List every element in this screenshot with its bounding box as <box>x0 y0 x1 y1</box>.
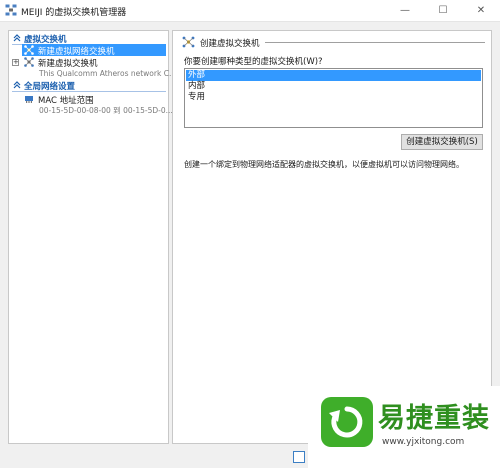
tree-item-label: 新建虚拟交换机 <box>38 59 98 69</box>
plus-icon: + <box>13 58 19 66</box>
window-title: MEIJI 的虚拟交换机管理器 <box>21 8 127 18</box>
switch-type-external[interactable]: 外部 <box>186 70 481 81</box>
create-switch-icon <box>182 36 195 48</box>
virtual-switch-icon <box>24 57 34 67</box>
minimize-icon: — <box>400 4 410 16</box>
navigation-pane: 虚拟交换机 新建虚拟网络交换机 + 新建虚拟交换机 This Qualcomm … <box>8 30 176 444</box>
maximize-button[interactable]: ☐ <box>426 0 460 20</box>
watermark-url: www.yjxitong.com <box>382 437 465 447</box>
close-icon: ✕ <box>476 4 486 16</box>
section-global-network-settings[interactable]: 全局网络设置 <box>12 80 166 92</box>
watermark-brand: 易捷重装 <box>378 403 490 434</box>
minimize-button[interactable]: — <box>388 0 422 20</box>
switch-type-description: 创建一个绑定到物理网络适配器的虚拟交换机，以便虚拟机可以访问物理网络。 <box>184 160 464 169</box>
virtual-switch-manager-icon <box>5 4 17 16</box>
ok-button-fragment[interactable] <box>293 451 305 463</box>
section-label: 全局网络设置 <box>24 82 76 92</box>
expand-toggle[interactable]: + <box>12 59 19 66</box>
close-button[interactable]: ✕ <box>464 0 498 20</box>
switch-type-internal[interactable]: 内部 <box>186 81 481 92</box>
tree-item-new-virtual-network-switch[interactable]: 新建虚拟网络交换机 <box>22 44 166 57</box>
title-bar: MEIJI 的虚拟交换机管理器 — ☐ ✕ <box>0 0 500 22</box>
collapse-chevron-icon <box>13 81 21 89</box>
title-divider <box>265 42 485 43</box>
refresh-logo-icon <box>321 397 373 447</box>
new-switch-icon <box>24 45 34 55</box>
switch-type-prompt: 你要创建哪种类型的虚拟交换机(W)? <box>184 57 323 67</box>
switch-type-private[interactable]: 专用 <box>186 92 481 103</box>
switch-type-listbox[interactable]: 外部 内部 专用 <box>184 68 483 128</box>
panel-title: 创建虚拟交换机 <box>200 39 260 49</box>
site-watermark: 易捷重装 www.yjxitong.com <box>308 386 500 468</box>
mac-range-value: 00-15-5D-00-08-00 到 00-15-5D-0... <box>39 106 173 115</box>
tree-item-mac-address-range[interactable]: MAC 地址范围 <box>22 93 166 106</box>
collapse-chevron-icon <box>13 34 21 42</box>
tree-item-virtual-switch[interactable]: 新建虚拟交换机 <box>22 56 166 69</box>
adapter-description: This Qualcomm Atheros network C... <box>39 69 177 78</box>
details-pane: 创建虚拟交换机 你要创建哪种类型的虚拟交换机(W)? 外部 内部 专用 创建虚拟… <box>172 30 492 444</box>
maximize-icon: ☐ <box>438 4 448 16</box>
network-adapter-icon <box>25 96 33 103</box>
create-virtual-switch-button[interactable]: 创建虚拟交换机(S) <box>401 134 483 150</box>
